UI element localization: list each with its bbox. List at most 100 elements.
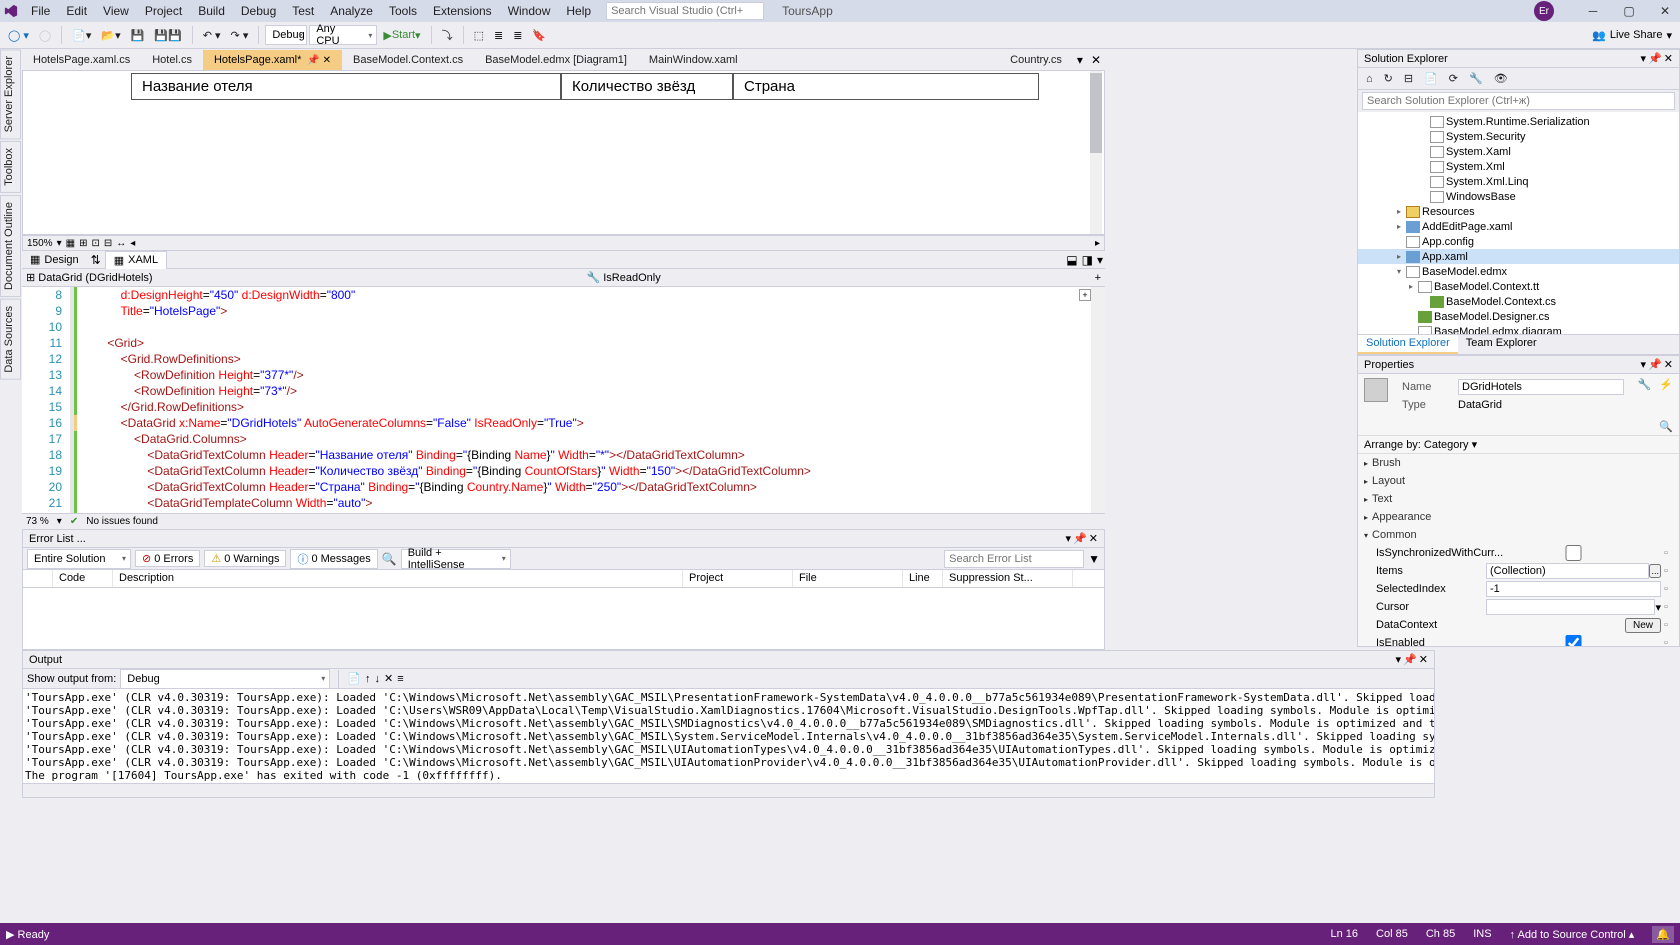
tree-item[interactable]: BaseModel.edmx.diagram bbox=[1358, 324, 1679, 334]
home-icon[interactable]: ⌂ bbox=[1362, 71, 1377, 87]
sol-tab[interactable]: Solution Explorer bbox=[1358, 335, 1458, 354]
new-project-button[interactable]: 📄▾ bbox=[68, 27, 95, 44]
warnings-filter[interactable]: ⚠ 0 Warnings bbox=[204, 550, 286, 567]
error-column-header[interactable]: Project bbox=[683, 570, 793, 587]
menu-project[interactable]: Project bbox=[138, 2, 189, 20]
doc-tab[interactable]: HotelsPage.xaml* 📌 ✕ bbox=[203, 50, 342, 70]
split-editor-icon[interactable]: + bbox=[1079, 289, 1091, 301]
find-icon[interactable]: ⬚ bbox=[470, 27, 488, 44]
prop-value[interactable] bbox=[1486, 563, 1649, 579]
design-tab[interactable]: ▦ Design bbox=[22, 251, 87, 268]
panel-menu-icon[interactable]: ▾ bbox=[1641, 52, 1647, 65]
prop-checkbox[interactable] bbox=[1486, 545, 1661, 561]
tree-item[interactable]: System.Security bbox=[1358, 129, 1679, 144]
close-panel-icon[interactable]: ✕ bbox=[1089, 532, 1098, 545]
tree-item[interactable]: System.Runtime.Serialization bbox=[1358, 114, 1679, 129]
doc-tab[interactable]: BaseModel.Context.cs bbox=[342, 50, 474, 70]
output-source-dropdown[interactable]: Debug bbox=[120, 669, 330, 689]
pin-icon[interactable]: 📌 bbox=[1403, 653, 1417, 666]
tree-item[interactable]: System.Xml.Linq bbox=[1358, 174, 1679, 189]
notifications-icon[interactable]: 🔔 bbox=[1652, 926, 1674, 943]
new-button[interactable]: New bbox=[1625, 618, 1661, 633]
prop-checkbox[interactable] bbox=[1486, 635, 1661, 646]
add-handler-icon[interactable]: + bbox=[1095, 272, 1101, 284]
preview-icon[interactable]: 👁 bbox=[1490, 70, 1512, 87]
redo-button[interactable]: ↷ ▾ bbox=[227, 27, 253, 44]
search-properties-icon[interactable]: 🔍 bbox=[1659, 421, 1673, 433]
close-panel-icon[interactable]: ✕ bbox=[1664, 358, 1673, 371]
scroll-left-icon[interactable]: ◂ bbox=[130, 238, 135, 249]
category-common[interactable]: Common bbox=[1358, 526, 1679, 544]
undo-button[interactable]: ↶ ▾ bbox=[199, 27, 225, 44]
open-file-button[interactable]: 📂▾ bbox=[97, 27, 124, 44]
sol-tab[interactable]: Team Explorer bbox=[1458, 335, 1545, 354]
tree-item[interactable]: BaseModel.Context.cs bbox=[1358, 294, 1679, 309]
save-button[interactable]: 💾 bbox=[127, 27, 149, 44]
solution-search-input[interactable] bbox=[1362, 92, 1675, 110]
build-filter-dropdown[interactable]: Build + IntelliSense bbox=[401, 549, 511, 569]
menu-build[interactable]: Build bbox=[191, 2, 232, 20]
breadcrumb-element[interactable]: ⊞ DataGrid (DGridHotels) bbox=[26, 271, 153, 284]
code-editor[interactable]: 89101112131415161718192021222324 d:Desig… bbox=[22, 287, 1105, 513]
next-msg-icon[interactable]: ↓ bbox=[374, 673, 380, 685]
properties-icon[interactable]: 🔧 bbox=[1465, 70, 1487, 87]
tree-item[interactable]: ▸App.xaml bbox=[1358, 249, 1679, 264]
pin-icon[interactable]: 📌 bbox=[1648, 358, 1662, 371]
editor-vscroll[interactable] bbox=[1091, 287, 1105, 513]
error-search-input[interactable] bbox=[944, 550, 1084, 568]
error-column-header[interactable]: Suppression St... bbox=[943, 570, 1073, 587]
panel-menu-icon[interactable]: ▾ bbox=[1641, 358, 1647, 371]
close-button[interactable]: ✕ bbox=[1650, 0, 1680, 22]
collapse-pane-icon[interactable]: ▾ bbox=[1095, 253, 1105, 267]
guides-icon[interactable]: ↔ bbox=[116, 238, 126, 249]
solution-config-dropdown[interactable]: Debug bbox=[265, 25, 307, 45]
prop-category[interactable]: Appearance bbox=[1358, 508, 1679, 526]
split-vertical-icon[interactable]: ◨ bbox=[1080, 253, 1095, 267]
panel-menu-icon[interactable]: ▾ bbox=[1066, 532, 1072, 545]
doc-tab[interactable]: BaseModel.edmx [Diagram1] bbox=[474, 50, 638, 70]
start-button[interactable]: ▶ Start ▾ bbox=[379, 27, 424, 44]
snap-icon[interactable]: ⊡ bbox=[91, 238, 99, 249]
prop-combo[interactable] bbox=[1486, 599, 1655, 615]
quick-launch[interactable] bbox=[606, 2, 764, 20]
close-tab-icon[interactable]: 📌 ✕ bbox=[307, 55, 331, 66]
menu-test[interactable]: Test bbox=[285, 2, 321, 20]
menu-tools[interactable]: Tools bbox=[382, 2, 424, 20]
tab-overflow-icon[interactable]: ▾ bbox=[1073, 53, 1087, 67]
prop-category[interactable]: Layout bbox=[1358, 472, 1679, 490]
menu-help[interactable]: Help bbox=[559, 2, 598, 20]
menu-analyze[interactable]: Analyze bbox=[323, 2, 380, 20]
prop-category[interactable]: Brush bbox=[1358, 454, 1679, 472]
solution-platform-dropdown[interactable]: Any CPU bbox=[309, 25, 377, 45]
save-all-button[interactable]: 💾💾 bbox=[150, 27, 185, 44]
menu-extensions[interactable]: Extensions bbox=[426, 2, 499, 20]
menu-debug[interactable]: Debug bbox=[234, 2, 283, 20]
events-icon[interactable]: ⚡ bbox=[1659, 378, 1673, 391]
doc-tab[interactable]: Hotel.cs bbox=[141, 50, 203, 70]
error-scope-dropdown[interactable]: Entire Solution bbox=[27, 549, 131, 569]
tree-item[interactable]: ▸Resources bbox=[1358, 204, 1679, 219]
prop-category[interactable]: Text bbox=[1358, 490, 1679, 508]
menu-view[interactable]: View bbox=[96, 2, 136, 20]
back-button[interactable]: ◯ ▾ bbox=[4, 27, 33, 44]
doc-tab[interactable]: HotelsPage.xaml.cs bbox=[22, 50, 141, 70]
tree-item[interactable]: WindowsBase bbox=[1358, 189, 1679, 204]
bookmark-icon[interactable]: 🔖 bbox=[528, 27, 550, 44]
breadcrumb-property[interactable]: 🔧 IsReadOnly bbox=[586, 271, 660, 284]
grid-icon[interactable]: ⊞ bbox=[79, 238, 87, 249]
pin-icon[interactable]: 📌 bbox=[1073, 532, 1087, 545]
step-icon[interactable]: ⤵ bbox=[438, 25, 457, 45]
clear-output-icon[interactable]: ✕ bbox=[384, 672, 393, 685]
xaml-designer-surface[interactable]: Название отеля Количество звёзд Страна bbox=[22, 70, 1105, 235]
errors-filter[interactable]: ⊘ 0 Errors bbox=[135, 550, 200, 567]
zoom-level[interactable]: 150% bbox=[27, 238, 53, 249]
minimize-button[interactable]: ─ bbox=[1578, 0, 1608, 22]
messages-filter[interactable]: ⓘ 0 Messages bbox=[290, 549, 377, 569]
comment-icon[interactable]: ≣ bbox=[490, 27, 507, 44]
menu-edit[interactable]: Edit bbox=[59, 2, 94, 20]
side-tab-server-explorer[interactable]: Server Explorer bbox=[0, 49, 21, 139]
live-share-button[interactable]: 👥 Live Share ▾ bbox=[1592, 29, 1672, 42]
pin-icon[interactable]: 📌 bbox=[1648, 52, 1662, 65]
refresh-icon[interactable]: ⟳ bbox=[1445, 70, 1462, 87]
element-name-input[interactable] bbox=[1458, 379, 1624, 395]
